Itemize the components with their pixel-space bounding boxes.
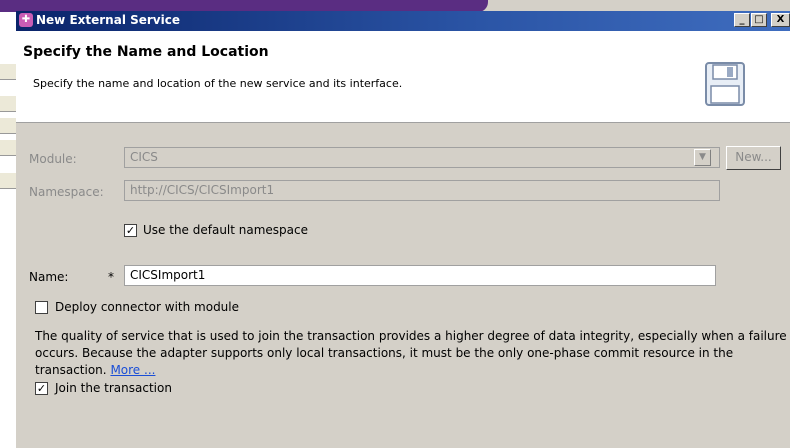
join-transaction-checkbox[interactable]: ✓ <box>35 382 48 395</box>
module-value: CICS <box>130 150 158 164</box>
name-label: Name: <box>29 270 69 284</box>
wizard-banner: Specify the Name and Location Specify th… <box>16 31 790 123</box>
module-label: Module: <box>29 152 77 166</box>
name-value: CICSImport1 <box>130 268 206 282</box>
more-link[interactable]: More ... <box>110 363 155 377</box>
background-app-toolbar-item <box>0 173 16 189</box>
page-description: Specify the name and location of the new… <box>33 77 403 90</box>
wizard-app-icon: ✚ <box>19 13 33 27</box>
deploy-connector-checkbox[interactable] <box>35 301 48 314</box>
background-app-toolbar-item <box>0 118 16 134</box>
close-button[interactable]: X <box>771 13 790 27</box>
chevron-down-icon[interactable]: ▼ <box>694 149 711 166</box>
background-app-toolbar-item <box>0 64 16 80</box>
required-marker: * <box>108 270 114 284</box>
maximize-button[interactable]: □ <box>751 13 767 27</box>
deploy-connector-label: Deploy connector with module <box>55 300 240 314</box>
namespace-label: Namespace: <box>29 185 104 199</box>
background-app-panel <box>0 0 16 448</box>
quality-of-service-description: The quality of service that is used to j… <box>35 328 790 379</box>
save-disk-icon <box>705 62 745 106</box>
use-default-namespace-checkbox[interactable]: ✓ <box>124 224 137 237</box>
window-title: New External Service <box>36 13 180 27</box>
new-external-service-dialog: ✚ New External Service _ □ X Specify the… <box>16 11 790 448</box>
namespace-field[interactable]: http://CICS/CICSImport1 <box>124 180 720 201</box>
background-app-toolbar-item <box>0 140 16 156</box>
background-app-toolbar-item <box>0 96 16 112</box>
join-transaction-label: Join the transaction <box>55 381 172 395</box>
minimize-button[interactable]: _ <box>734 13 750 27</box>
page-title: Specify the Name and Location <box>23 44 269 60</box>
title-bar[interactable]: ✚ New External Service _ □ X <box>16 11 790 31</box>
new-module-button[interactable]: New... <box>726 146 781 170</box>
namespace-value: http://CICS/CICSImport1 <box>130 183 275 197</box>
module-combo[interactable]: CICS <box>124 147 720 168</box>
name-input[interactable]: CICSImport1 <box>124 265 716 286</box>
use-default-namespace-label: Use the default namespace <box>143 223 309 237</box>
